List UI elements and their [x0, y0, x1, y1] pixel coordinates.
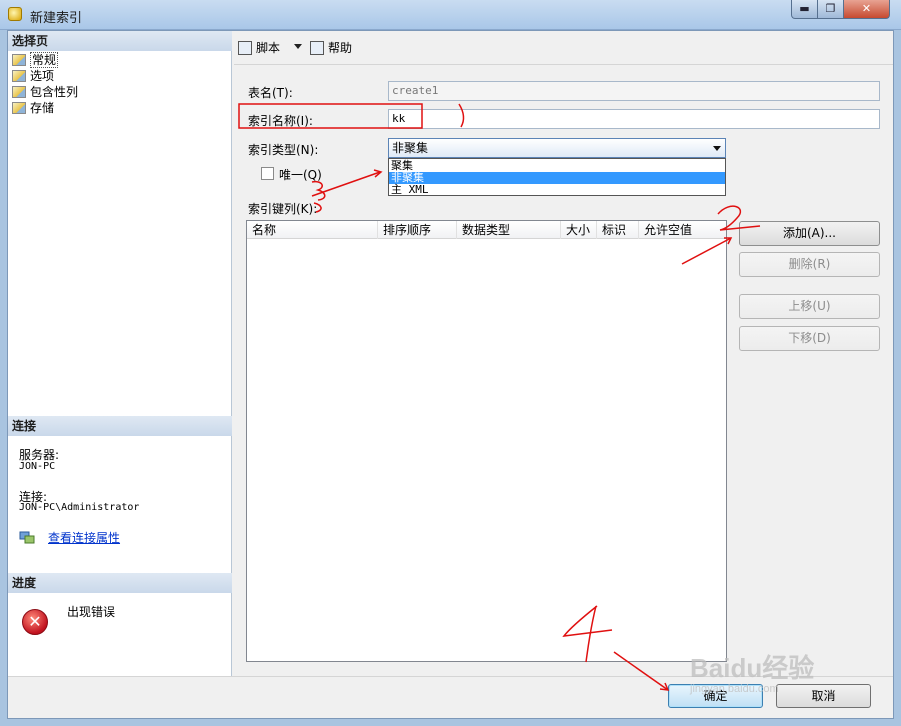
baidu-watermark: Baidu经验 jingyan.baidu.com — [690, 648, 814, 695]
page-storage[interactable]: 存储 — [12, 100, 54, 116]
key-columns-label: 索引键列(K): — [248, 202, 318, 216]
page-wrench-icon — [12, 102, 26, 114]
window-title: 新建索引 — [30, 11, 83, 26]
maximize-button[interactable]: ❐ — [817, 0, 844, 19]
table-name-label: 表名(T): — [248, 86, 293, 100]
connection-properties-icon — [19, 531, 35, 544]
select-page-heading: 选择页 — [8, 31, 232, 51]
index-type-select[interactable]: 非聚集 — [388, 138, 726, 158]
index-type-label: 索引类型(N): — [248, 143, 319, 157]
col-sort-header[interactable]: 排序顺序 — [378, 221, 457, 239]
move-down-button[interactable]: 下移(D) — [739, 326, 880, 351]
option-nonclustered[interactable]: 非聚集 — [389, 172, 725, 184]
watermark-url: jingyan.baidu.com — [690, 683, 779, 695]
key-columns-grid[interactable]: 名称 排序顺序 数据类型 大小 标识 允许空值 — [246, 220, 727, 662]
index-name-label: 索引名称(I): — [248, 114, 313, 128]
progress-status: 出现错误 — [67, 605, 116, 619]
col-name-header[interactable]: 名称 — [247, 221, 378, 239]
connection-value: JON-PC\Administrator — [19, 502, 140, 513]
add-button[interactable]: 添加(A)... — [739, 221, 880, 246]
col-identity-header[interactable]: 标识 — [597, 221, 639, 239]
page-wrench-icon — [12, 86, 26, 98]
option-primary-xml[interactable]: 主 XML — [389, 184, 725, 196]
page-storage-label: 存储 — [30, 101, 55, 115]
script-button[interactable]: 脚本 — [238, 40, 280, 56]
dialog-body: 选择页 常规 选项 包含性列 存储 连接 服务器: JON-PC 连接: JON… — [7, 30, 894, 719]
col-nullable-header[interactable]: 允许空值 — [639, 221, 726, 239]
col-datatype-header[interactable]: 数据类型 — [457, 221, 561, 239]
index-name-field[interactable]: kk — [388, 109, 880, 129]
left-panel: 选择页 常规 选项 包含性列 存储 连接 服务器: JON-PC 连接: JON… — [8, 31, 232, 718]
server-value: JON-PC — [19, 461, 56, 472]
move-up-button[interactable]: 上移(U) — [739, 294, 880, 319]
error-icon: ✕ — [22, 609, 48, 635]
close-button[interactable]: ✕ — [843, 0, 890, 19]
help-button[interactable]: 帮助 — [310, 40, 352, 56]
index-type-dropdown: 聚集 非聚集 主 XML — [388, 158, 726, 196]
title-bar: 新建索引 ▬ ❐ ✕ — [0, 0, 901, 30]
app-icon — [8, 7, 22, 21]
watermark-text: Baidu经验 — [690, 653, 815, 683]
page-wrench-icon — [12, 70, 26, 82]
minimize-button[interactable]: ▬ — [791, 0, 818, 19]
help-label: 帮助 — [328, 41, 353, 55]
page-options[interactable]: 选项 — [12, 68, 54, 84]
unique-checkbox[interactable] — [261, 167, 274, 180]
script-label: 脚本 — [256, 41, 281, 55]
page-included-columns[interactable]: 包含性列 — [12, 84, 78, 100]
page-options-label: 选项 — [30, 69, 55, 83]
chevron-down-icon — [713, 146, 721, 151]
unique-label: 唯一(Q) — [279, 168, 322, 182]
general-page: 表名(T): create1 索引名称(I): kk 索引类型(N): 非聚集 … — [234, 66, 893, 718]
toolbar: 脚本 帮助 — [234, 31, 893, 65]
page-general[interactable]: 常规 — [12, 52, 59, 68]
script-dropdown-icon[interactable] — [294, 44, 302, 49]
table-name-field: create1 — [388, 81, 880, 101]
remove-button[interactable]: 删除(R) — [739, 252, 880, 277]
option-clustered[interactable]: 聚集 — [389, 160, 725, 172]
page-general-label: 常规 — [30, 52, 59, 68]
connection-heading: 连接 — [8, 416, 232, 436]
script-icon — [238, 41, 252, 55]
page-wrench-icon — [12, 54, 26, 66]
help-icon — [310, 41, 324, 55]
connection-properties-link[interactable]: 查看连接属性 — [48, 529, 120, 546]
col-size-header[interactable]: 大小 — [561, 221, 597, 239]
progress-heading: 进度 — [8, 573, 232, 593]
index-type-value: 非聚集 — [392, 141, 429, 155]
page-included-columns-label: 包含性列 — [30, 85, 79, 99]
grid-header: 名称 排序顺序 数据类型 大小 标识 允许空值 — [247, 221, 726, 239]
